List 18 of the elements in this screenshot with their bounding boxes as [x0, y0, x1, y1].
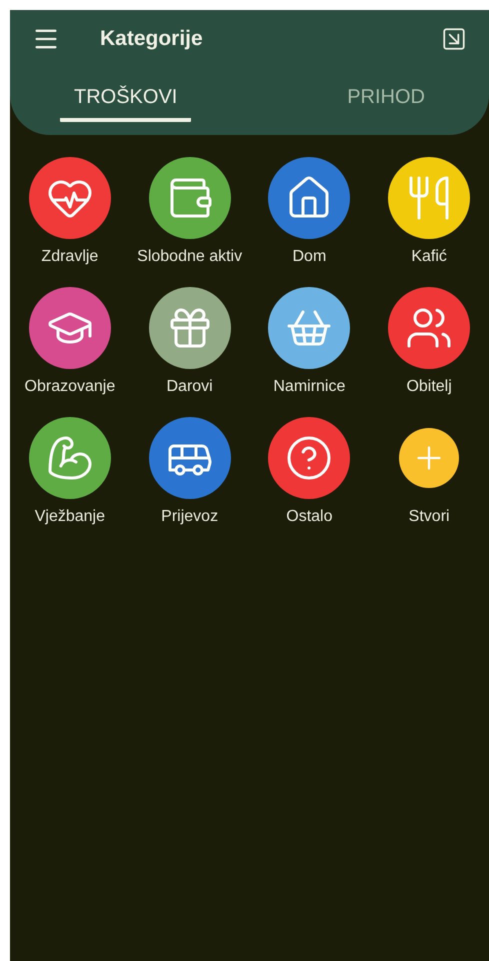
tab[interactable]: PRIHOD — [333, 82, 439, 122]
category-label: Namirnice — [273, 377, 346, 397]
category-label: Dom — [292, 247, 326, 267]
category-label: Obrazovanje — [24, 377, 116, 397]
tab[interactable]: TROŠKOVI — [60, 82, 192, 122]
question-icon — [285, 434, 334, 482]
flexed-arm-icon — [46, 434, 94, 482]
category-label: Vježbanje — [34, 507, 106, 527]
category-label: Zdravlje — [41, 247, 98, 267]
export-icon[interactable] — [441, 26, 467, 52]
category-label: Obitelj — [406, 377, 452, 397]
category-label: Kafić — [411, 247, 447, 267]
category-label: Slobodne aktiv — [137, 247, 242, 267]
window-title: Kategorije — [100, 26, 203, 52]
category-label: Ostalo — [286, 507, 332, 527]
category-label: Stvori — [408, 507, 450, 527]
category-label: Prijevoz — [161, 507, 218, 527]
category-label: Darovi — [166, 377, 213, 397]
